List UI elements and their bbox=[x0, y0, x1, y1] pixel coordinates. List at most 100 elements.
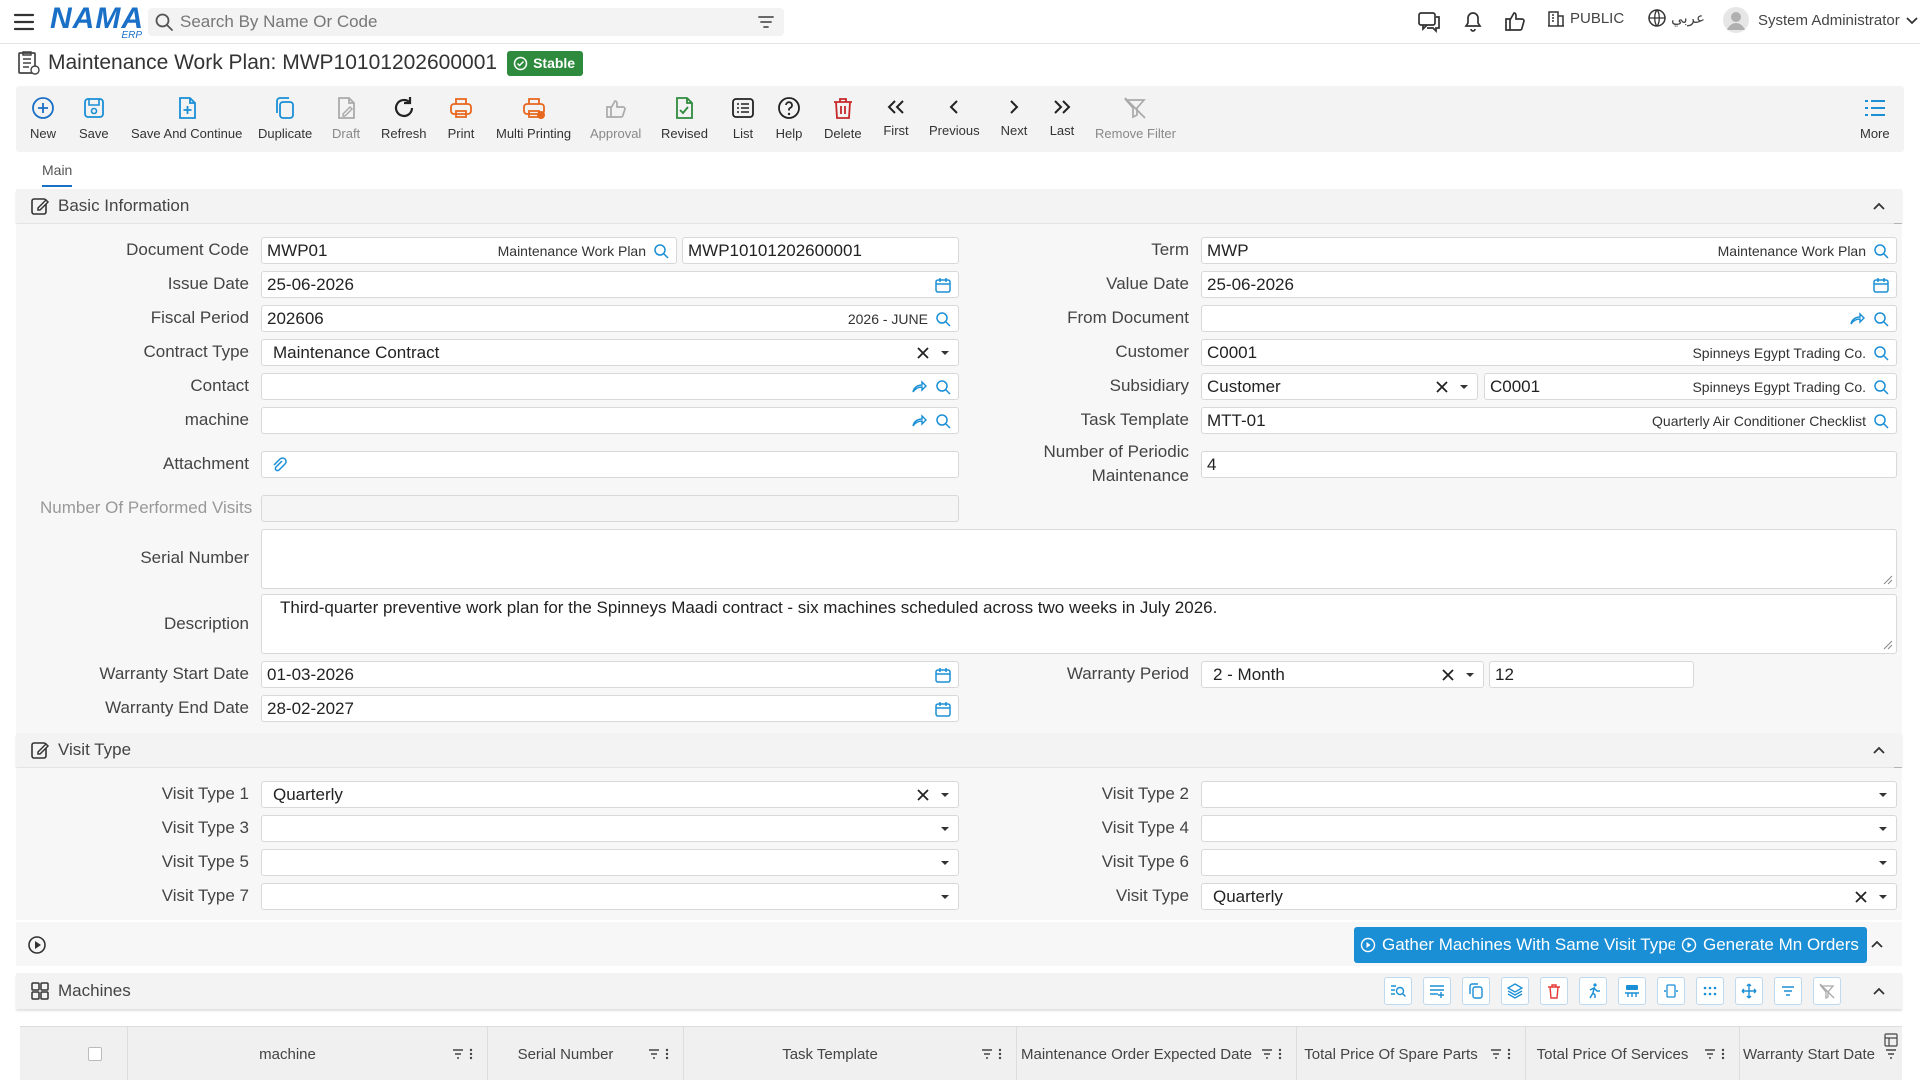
next-button[interactable]: Next bbox=[1000, 94, 1028, 138]
caret-down-icon[interactable] bbox=[938, 786, 952, 804]
column-header-machine[interactable]: machine bbox=[128, 1027, 488, 1080]
column-filter-icon[interactable] bbox=[1703, 1047, 1717, 1061]
share-icon[interactable] bbox=[910, 412, 928, 430]
attachment-field[interactable] bbox=[261, 451, 959, 478]
chat-button[interactable] bbox=[1416, 8, 1442, 34]
search-lookup-icon[interactable] bbox=[1872, 310, 1890, 328]
caret-down-icon[interactable] bbox=[1876, 854, 1890, 872]
clear-x-icon[interactable] bbox=[1439, 666, 1457, 684]
warranty-period-unit-select[interactable]: 2 - Month bbox=[1201, 661, 1484, 688]
more-button[interactable]: More bbox=[1860, 94, 1890, 141]
clear-x-icon[interactable] bbox=[1852, 888, 1870, 906]
revised-button[interactable]: Revised bbox=[661, 94, 708, 141]
draft-button[interactable]: Draft bbox=[332, 94, 360, 141]
column-header-spare-parts-price[interactable]: Total Price Of Spare Parts bbox=[1297, 1027, 1526, 1080]
column-chooser-icon[interactable] bbox=[1884, 1033, 1898, 1047]
nama-erp-logo[interactable]: NAMA ERP bbox=[50, 4, 144, 42]
share-icon[interactable] bbox=[910, 378, 928, 396]
search-lookup-icon[interactable] bbox=[934, 310, 952, 328]
delete-button[interactable]: Delete bbox=[824, 94, 862, 141]
machine-field[interactable] bbox=[261, 407, 959, 434]
select-all-checkbox[interactable] bbox=[88, 1047, 102, 1061]
grid-density-button[interactable] bbox=[1696, 977, 1724, 1005]
play-circle-icon[interactable] bbox=[27, 935, 47, 955]
description-textarea[interactable]: Third-quarter preventive work plan for t… bbox=[261, 594, 1897, 654]
remove-filter-button[interactable]: Remove Filter bbox=[1095, 94, 1176, 141]
basic-information-header[interactable]: Basic Information bbox=[16, 189, 1902, 223]
column-filter-icon[interactable] bbox=[1489, 1047, 1503, 1061]
visit-type-2-select[interactable] bbox=[1201, 781, 1897, 808]
filter-lines-icon[interactable] bbox=[756, 12, 776, 32]
grid-search-button[interactable] bbox=[1384, 977, 1412, 1005]
visit-type-5-select[interactable] bbox=[261, 849, 959, 876]
caret-down-icon[interactable] bbox=[1463, 666, 1477, 684]
caret-down-icon[interactable] bbox=[938, 820, 952, 838]
grid-filter-button[interactable] bbox=[1774, 977, 1802, 1005]
chevron-up-icon[interactable] bbox=[1868, 935, 1886, 953]
share-icon[interactable] bbox=[1848, 310, 1866, 328]
document-code-field[interactable]: MWP01 Maintenance Work Plan bbox=[261, 237, 677, 264]
gather-machines-button[interactable]: Gather Machines With Same Visit Type bbox=[1354, 927, 1686, 963]
column-header-task-template[interactable]: Task Template bbox=[684, 1027, 1017, 1080]
first-button[interactable]: First bbox=[882, 94, 910, 138]
chevron-up-icon[interactable] bbox=[1870, 982, 1888, 1000]
column-menu-icon[interactable] bbox=[1717, 1047, 1729, 1061]
column-header-expected-date[interactable]: Maintenance Order Expected Date bbox=[1017, 1027, 1297, 1080]
caret-down-icon[interactable] bbox=[1457, 378, 1471, 396]
duplicate-button[interactable]: Duplicate bbox=[258, 94, 312, 141]
visit-type-7-select[interactable] bbox=[261, 883, 959, 910]
search-lookup-icon[interactable] bbox=[934, 412, 952, 430]
print-button[interactable]: Print bbox=[447, 94, 475, 141]
task-template-field[interactable]: MTT-01 Quarterly Air Conditioner Checkli… bbox=[1201, 407, 1897, 434]
approval-button[interactable]: Approval bbox=[590, 94, 641, 141]
list-button[interactable]: List bbox=[729, 94, 757, 141]
column-menu-icon[interactable] bbox=[994, 1047, 1006, 1061]
visit-type-3-select[interactable] bbox=[261, 815, 959, 842]
column-menu-icon[interactable] bbox=[661, 1047, 673, 1061]
resize-grip-icon[interactable] bbox=[1883, 575, 1893, 585]
search-lookup-icon[interactable] bbox=[652, 242, 670, 260]
column-header-serial-number[interactable]: Serial Number bbox=[488, 1027, 684, 1080]
search-input[interactable] bbox=[174, 12, 756, 32]
column-menu-icon[interactable] bbox=[465, 1047, 477, 1061]
search-lookup-icon[interactable] bbox=[1872, 412, 1890, 430]
contact-field[interactable] bbox=[261, 373, 959, 400]
generate-mn-orders-button[interactable]: Generate Mn Orders bbox=[1675, 927, 1867, 963]
notifications-button[interactable] bbox=[1460, 8, 1486, 34]
grid-import-button[interactable] bbox=[1618, 977, 1646, 1005]
caret-down-icon[interactable] bbox=[1876, 820, 1890, 838]
column-header-warranty-start-date[interactable]: Warranty Start Date bbox=[1740, 1027, 1902, 1080]
column-menu-icon[interactable] bbox=[1274, 1047, 1286, 1061]
new-button[interactable]: New bbox=[29, 94, 57, 141]
calendar-icon[interactable] bbox=[1872, 276, 1890, 294]
caret-down-icon[interactable] bbox=[938, 888, 952, 906]
search-lookup-icon[interactable] bbox=[1872, 378, 1890, 396]
save-button[interactable]: Save bbox=[79, 94, 109, 141]
like-button[interactable] bbox=[1502, 8, 1528, 34]
grid-add-row-button[interactable] bbox=[1423, 977, 1451, 1005]
search-lookup-icon[interactable] bbox=[1872, 242, 1890, 260]
user-menu[interactable]: System Administrator bbox=[1722, 6, 1920, 34]
resize-grip-icon[interactable] bbox=[1883, 640, 1893, 650]
from-document-field[interactable] bbox=[1201, 305, 1897, 332]
grid-remove-filter-button[interactable] bbox=[1813, 977, 1841, 1005]
visit-type-header[interactable]: Visit Type bbox=[16, 733, 1902, 767]
calendar-icon[interactable] bbox=[934, 666, 952, 684]
column-header-services-price[interactable]: Total Price Of Services bbox=[1526, 1027, 1740, 1080]
company-scope-button[interactable]: PUBLIC bbox=[1546, 8, 1624, 28]
search-lookup-icon[interactable] bbox=[1872, 344, 1890, 362]
visit-type-select[interactable]: Quarterly bbox=[1201, 883, 1897, 910]
multi-printing-button[interactable]: Multi Printing bbox=[496, 94, 571, 141]
hamburger-menu-icon[interactable] bbox=[13, 11, 35, 33]
periodic-maintenance-field[interactable]: 4 bbox=[1201, 451, 1897, 478]
refresh-button[interactable]: Refresh bbox=[381, 94, 427, 141]
grid-run-button[interactable] bbox=[1579, 977, 1607, 1005]
save-and-continue-button[interactable]: Save And Continue bbox=[131, 94, 242, 141]
caret-down-icon[interactable] bbox=[938, 344, 952, 362]
column-filter-icon[interactable] bbox=[980, 1047, 994, 1061]
paperclip-icon[interactable] bbox=[270, 456, 288, 474]
column-filter-icon[interactable] bbox=[1260, 1047, 1274, 1061]
serial-number-textarea[interactable] bbox=[261, 529, 1897, 589]
clear-x-icon[interactable] bbox=[914, 344, 932, 362]
language-switch[interactable]: عربي bbox=[1647, 8, 1705, 28]
